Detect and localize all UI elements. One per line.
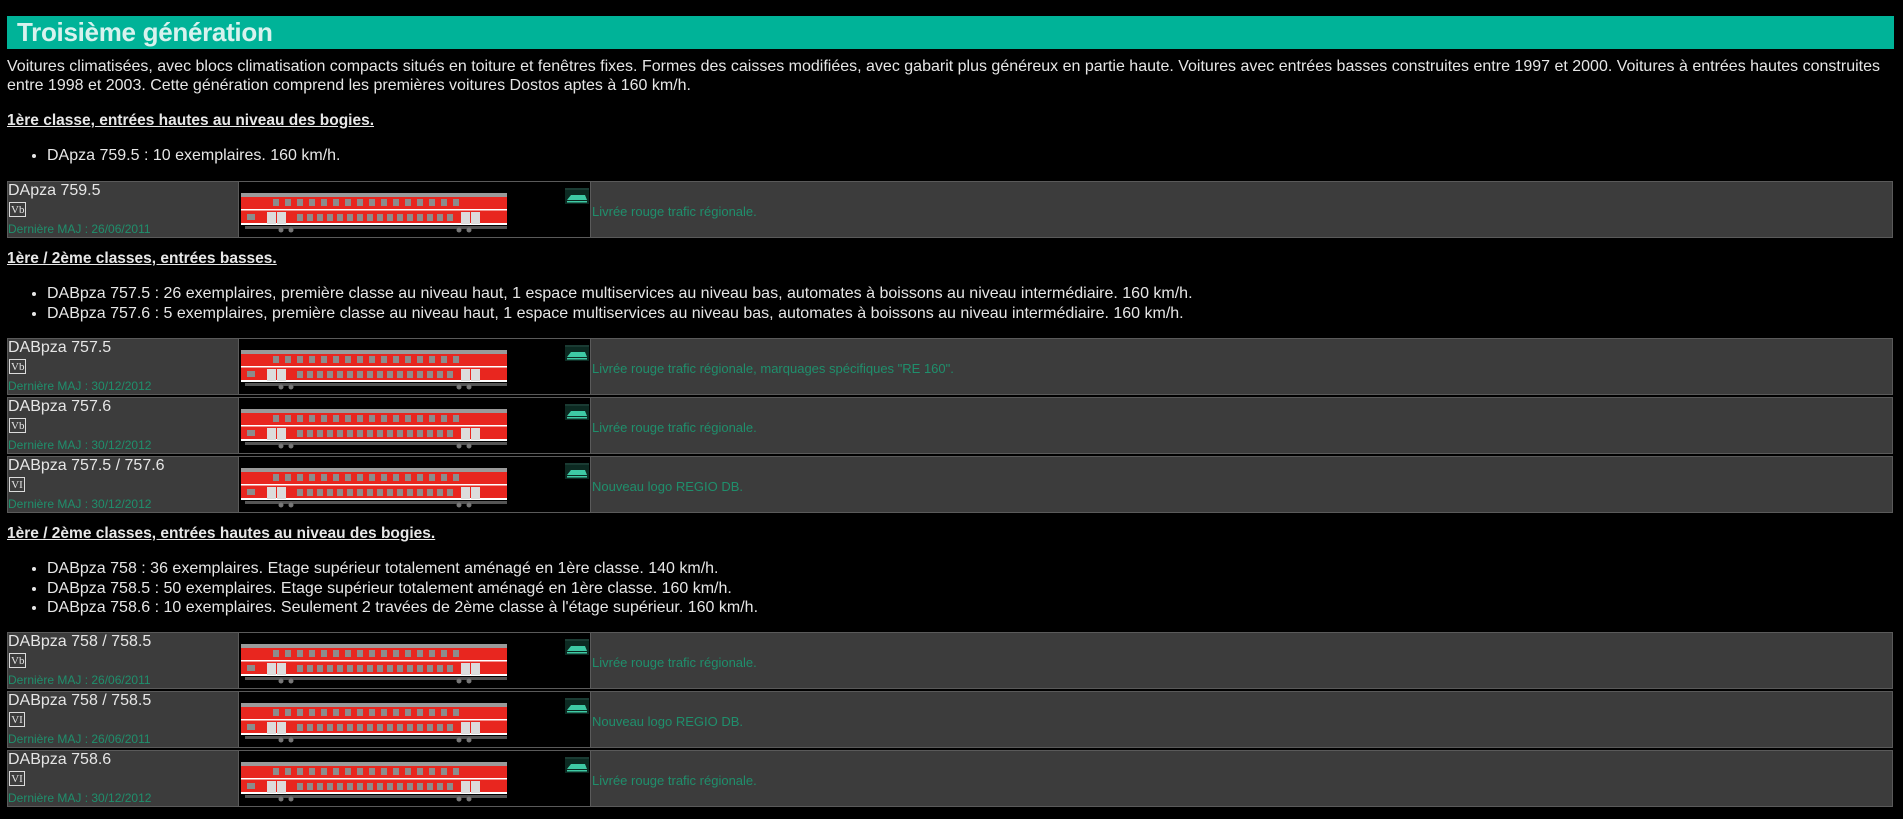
train-icon[interactable] <box>565 347 589 361</box>
livery-description[interactable]: Livrée rouge trafic régionale. <box>592 420 757 436</box>
livery-description[interactable]: Nouveau logo REGIO DB. <box>592 714 743 730</box>
coach-image[interactable] <box>239 751 591 806</box>
table-row: DABpza 758.6 VI Dernière MAJ : 30/12/201… <box>7 750 1893 807</box>
coach-drawing <box>241 762 507 802</box>
table-row: DABpza 758 / 758.5 Vb Dernière MAJ : 26/… <box>7 632 1893 689</box>
train-icon[interactable] <box>565 465 589 479</box>
table-row: DABpza 757.6 Vb Dernière MAJ : 30/12/201… <box>7 397 1893 454</box>
train-icon[interactable] <box>565 700 589 714</box>
table-row: DABpza 757.5 / 757.6 VI Dernière MAJ : 3… <box>7 456 1893 513</box>
list-item: DABpza 758 : 36 exemplaires. Etage supér… <box>47 559 758 579</box>
table-row: DApza 759.5 Vb Dernière MAJ : 26/06/2011… <box>7 181 1893 238</box>
list-item: DABpza 757.5 : 26 exemplaires, première … <box>47 284 1193 304</box>
coach-image[interactable] <box>239 182 591 237</box>
table-row: DABpza 757.5 Vb Dernière MAJ : 30/12/201… <box>7 338 1893 395</box>
livery-description[interactable]: Livrée rouge trafic régionale, marquages… <box>592 361 954 377</box>
coach-drawing <box>241 193 507 233</box>
coach-drawing <box>241 409 507 449</box>
model-name[interactable]: DABpza 757.6 <box>8 398 111 416</box>
era-badge: Vb <box>9 418 27 433</box>
coach-drawing <box>241 350 507 390</box>
livery-description[interactable]: Nouveau logo REGIO DB. <box>592 479 743 495</box>
last-update: Dernière MAJ : 26/06/2011 <box>8 732 151 746</box>
era-badge: Vb <box>9 359 27 374</box>
train-icon[interactable] <box>565 641 589 655</box>
table-row: DABpza 758 / 758.5 VI Dernière MAJ : 26/… <box>7 691 1893 748</box>
train-icon[interactable] <box>565 190 589 204</box>
coach-image[interactable] <box>239 398 591 453</box>
model-name[interactable]: DABpza 757.5 <box>8 339 111 357</box>
last-update: Dernière MAJ : 30/12/2012 <box>8 791 152 805</box>
generation-title: Troisième génération <box>7 16 1894 49</box>
last-update: Dernière MAJ : 30/12/2012 <box>8 379 152 393</box>
coach-drawing <box>241 703 507 743</box>
livery-description[interactable]: Livrée rouge trafic régionale. <box>592 773 757 789</box>
list-item: DApza 759.5 : 10 exemplaires. 160 km/h. <box>47 146 341 166</box>
coach-drawing <box>241 644 507 684</box>
name-cell: DABpza 758 / 758.5 Vb Dernière MAJ : 26/… <box>8 633 239 688</box>
livery-description[interactable]: Livrée rouge trafic régionale. <box>592 204 757 220</box>
livery-description[interactable]: Livrée rouge trafic régionale. <box>592 655 757 671</box>
coach-image[interactable] <box>239 692 591 747</box>
intro-text: Voitures climatisées, avec blocs climati… <box>7 58 1880 94</box>
list-item: DABpza 758.6 : 10 exemplaires. Seulement… <box>47 598 758 618</box>
model-name[interactable]: DApza 759.5 <box>8 182 101 200</box>
era-badge: VI <box>9 771 25 786</box>
bullet-list: DApza 759.5 : 10 exemplaires. 160 km/h. <box>7 146 341 166</box>
train-icon[interactable] <box>565 406 589 420</box>
list-item: DABpza 758.5 : 50 exemplaires. Etage sup… <box>47 579 758 599</box>
name-cell: DABpza 757.5 / 757.6 VI Dernière MAJ : 3… <box>8 457 239 512</box>
era-badge: Vb <box>9 202 27 217</box>
last-update: Dernière MAJ : 26/06/2011 <box>8 222 151 236</box>
last-update: Dernière MAJ : 26/06/2011 <box>8 673 151 687</box>
list-item: DABpza 757.6 : 5 exemplaires, première c… <box>47 304 1193 324</box>
coach-image[interactable] <box>239 633 591 688</box>
last-update: Dernière MAJ : 30/12/2012 <box>8 438 152 452</box>
name-cell: DApza 759.5 Vb Dernière MAJ : 26/06/2011 <box>8 182 239 237</box>
section-title: 1ère / 2ème classes, entrées hautes au n… <box>7 525 436 542</box>
coach-image[interactable] <box>239 339 591 394</box>
section-title: 1ère classe, entrées hautes au niveau de… <box>7 112 375 129</box>
model-name[interactable]: DABpza 757.5 / 757.6 <box>8 457 165 475</box>
era-badge: Vb <box>9 653 27 668</box>
model-name[interactable]: DABpza 758.6 <box>8 751 111 769</box>
model-name[interactable]: DABpza 758 / 758.5 <box>8 692 151 710</box>
name-cell: DABpza 758 / 758.5 VI Dernière MAJ : 26/… <box>8 692 239 747</box>
name-cell: DABpza 757.6 Vb Dernière MAJ : 30/12/201… <box>8 398 239 453</box>
era-badge: VI <box>9 477 25 492</box>
bullet-list: DABpza 758 : 36 exemplaires. Etage supér… <box>7 559 758 618</box>
coach-image[interactable] <box>239 457 591 512</box>
era-badge: VI <box>9 712 25 727</box>
name-cell: DABpza 758.6 VI Dernière MAJ : 30/12/201… <box>8 751 239 806</box>
last-update: Dernière MAJ : 30/12/2012 <box>8 497 152 511</box>
section-title: 1ère / 2ème classes, entrées basses. <box>7 250 277 267</box>
bullet-list: DABpza 757.5 : 26 exemplaires, première … <box>7 284 1193 323</box>
model-name[interactable]: DABpza 758 / 758.5 <box>8 633 151 651</box>
name-cell: DABpza 757.5 Vb Dernière MAJ : 30/12/201… <box>8 339 239 394</box>
coach-drawing <box>241 468 507 508</box>
train-icon[interactable] <box>565 759 589 773</box>
